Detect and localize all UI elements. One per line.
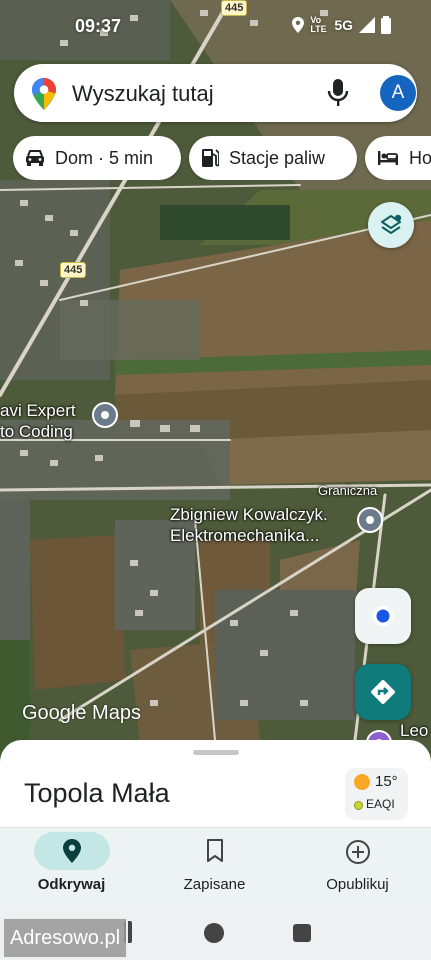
volte-indicator: Vo LTE	[310, 15, 327, 34]
bottom-navigation: Odkrywaj Zapisane Opublikuj	[0, 827, 431, 903]
search-input[interactable]: Wyszukaj tutaj	[72, 81, 214, 107]
my-location-icon	[373, 606, 393, 626]
mic-icon[interactable]	[327, 79, 349, 107]
network-type: 5G	[334, 17, 353, 33]
battery-icon	[381, 16, 391, 34]
weather-widget[interactable]: 15° EAQI	[345, 768, 408, 820]
status-bar: 09:37 Vo LTE 5G	[0, 14, 431, 40]
nav-contribute[interactable]: Opublikuj	[286, 828, 429, 904]
poi-label-kowalczyk[interactable]: Zbigniew Kowalczyk. Elektromechanika...	[170, 504, 328, 546]
system-home-icon[interactable]	[204, 923, 224, 943]
chip-gas-stations[interactable]: Stacje paliw	[189, 136, 357, 180]
watermark: Adresowo.pl	[2, 917, 128, 959]
air-quality-label: EAQI	[366, 797, 395, 811]
chip-label: Stacje paliw	[229, 147, 326, 168]
poi-marker-kowalczyk[interactable]	[357, 507, 383, 533]
status-icons: Vo LTE 5G	[292, 16, 391, 34]
signal-icon	[359, 17, 375, 33]
road-shield-445: 445	[60, 262, 87, 278]
poi-dot	[101, 411, 109, 419]
system-recents-icon[interactable]	[293, 924, 311, 942]
nav-label: Zapisane	[183, 876, 246, 893]
poi-label-line: Zbigniew Kowalczyk.	[170, 505, 328, 524]
street-label-graniczna: Graniczna	[318, 483, 378, 498]
chip-label: Dom · 5 min	[55, 147, 154, 168]
air-quality-dot-icon	[354, 801, 363, 810]
layers-icon	[381, 214, 402, 234]
place-sheet[interactable]: Topola Mała 15° EAQI	[0, 740, 431, 832]
chip-label: Ho	[409, 147, 431, 168]
poi-label-navi-expert[interactable]: avi Expert to Coding	[0, 400, 76, 442]
gas-station-icon	[201, 148, 219, 168]
account-avatar[interactable]: A	[380, 75, 416, 111]
place-title: Topola Mała	[24, 778, 170, 808]
nav-label: Odkrywaj	[37, 876, 106, 893]
chip-home-route[interactable]: Dom · 5 min	[13, 136, 181, 180]
chip-hotels[interactable]: Ho	[365, 136, 431, 180]
my-location-button[interactable]	[355, 588, 411, 644]
poi-marker-navi-expert[interactable]	[92, 402, 118, 428]
layers-button[interactable]	[368, 202, 414, 248]
sheet-drag-handle[interactable]	[193, 750, 239, 755]
location-icon	[292, 17, 305, 33]
poi-label-line: Elektromechanika...	[170, 526, 320, 545]
poi-dot	[366, 516, 374, 524]
quick-chips: Dom · 5 min Stacje paliw Ho	[13, 136, 431, 180]
status-time: 09:37	[75, 16, 122, 36]
hotel-icon	[377, 150, 399, 166]
poi-label-line: to Coding	[0, 422, 73, 441]
search-bar[interactable]: Wyszukaj tutaj A	[14, 64, 417, 122]
weather-temperature: 15°	[375, 773, 398, 790]
maps-pin-icon	[32, 78, 56, 110]
directions-button[interactable]	[355, 664, 411, 720]
poi-label-edge: Leo	[400, 721, 429, 740]
nav-saved[interactable]: Zapisane	[143, 828, 286, 904]
car-icon	[25, 149, 45, 167]
nav-explore[interactable]: Odkrywaj	[0, 828, 143, 904]
nav-label: Opublikuj	[326, 876, 389, 893]
directions-icon	[371, 680, 395, 704]
add-circle-icon	[345, 840, 370, 864]
sun-icon	[354, 774, 370, 790]
poi-label-line: avi Expert	[0, 401, 76, 420]
explore-pin-icon	[62, 839, 81, 863]
bookmark-icon	[206, 839, 223, 862]
google-maps-logo: Google Maps	[22, 702, 141, 724]
